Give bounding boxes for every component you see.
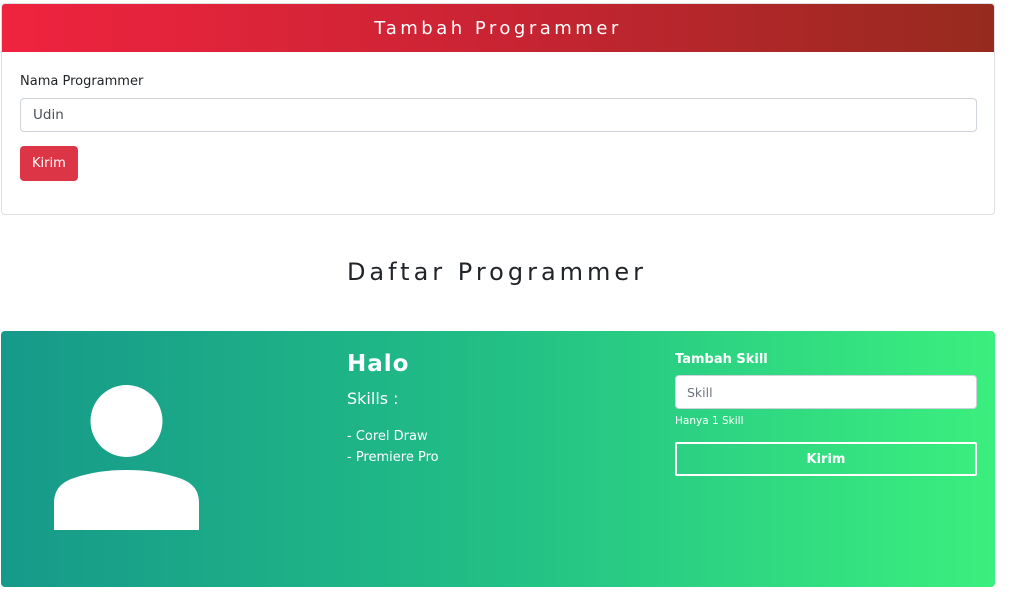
add-skill-submit-button[interactable]: Kirim bbox=[675, 442, 977, 476]
add-skill-label: Tambah Skill bbox=[675, 352, 768, 367]
programmer-info: Halo Skills : - Corel Draw - Premiere Pr… bbox=[347, 351, 647, 468]
user-silhouette-icon bbox=[54, 385, 199, 530]
programmer-list-heading: Daftar Programmer bbox=[346, 258, 648, 286]
add-skill-form: Tambah Skill Hanya 1 Skill Kirim bbox=[675, 352, 978, 476]
add-programmer-form: Nama Programmer Kirim bbox=[2, 52, 994, 201]
programmer-name: Halo bbox=[347, 351, 410, 377]
skills-title: Skills : bbox=[347, 389, 399, 408]
add-programmer-submit-button[interactable]: Kirim bbox=[20, 146, 78, 181]
add-programmer-card-header: Tambah Programmer bbox=[2, 4, 994, 52]
add-programmer-card: Tambah Programmer Nama Programmer Kirim bbox=[1, 3, 995, 215]
skill-item: - Premiere Pro bbox=[347, 450, 439, 465]
add-programmer-title: Tambah Programmer bbox=[374, 17, 622, 39]
skill-item: - Corel Draw bbox=[347, 429, 428, 444]
programmer-name-input[interactable] bbox=[20, 98, 977, 132]
programmer-card: Halo Skills : - Corel Draw - Premiere Pr… bbox=[1, 331, 995, 587]
skill-input[interactable] bbox=[675, 375, 977, 409]
skill-help-text: Hanya 1 Skill bbox=[675, 415, 744, 427]
programmer-name-label: Nama Programmer bbox=[20, 74, 144, 89]
skill-list: - Corel Draw - Premiere Pro bbox=[347, 426, 647, 468]
